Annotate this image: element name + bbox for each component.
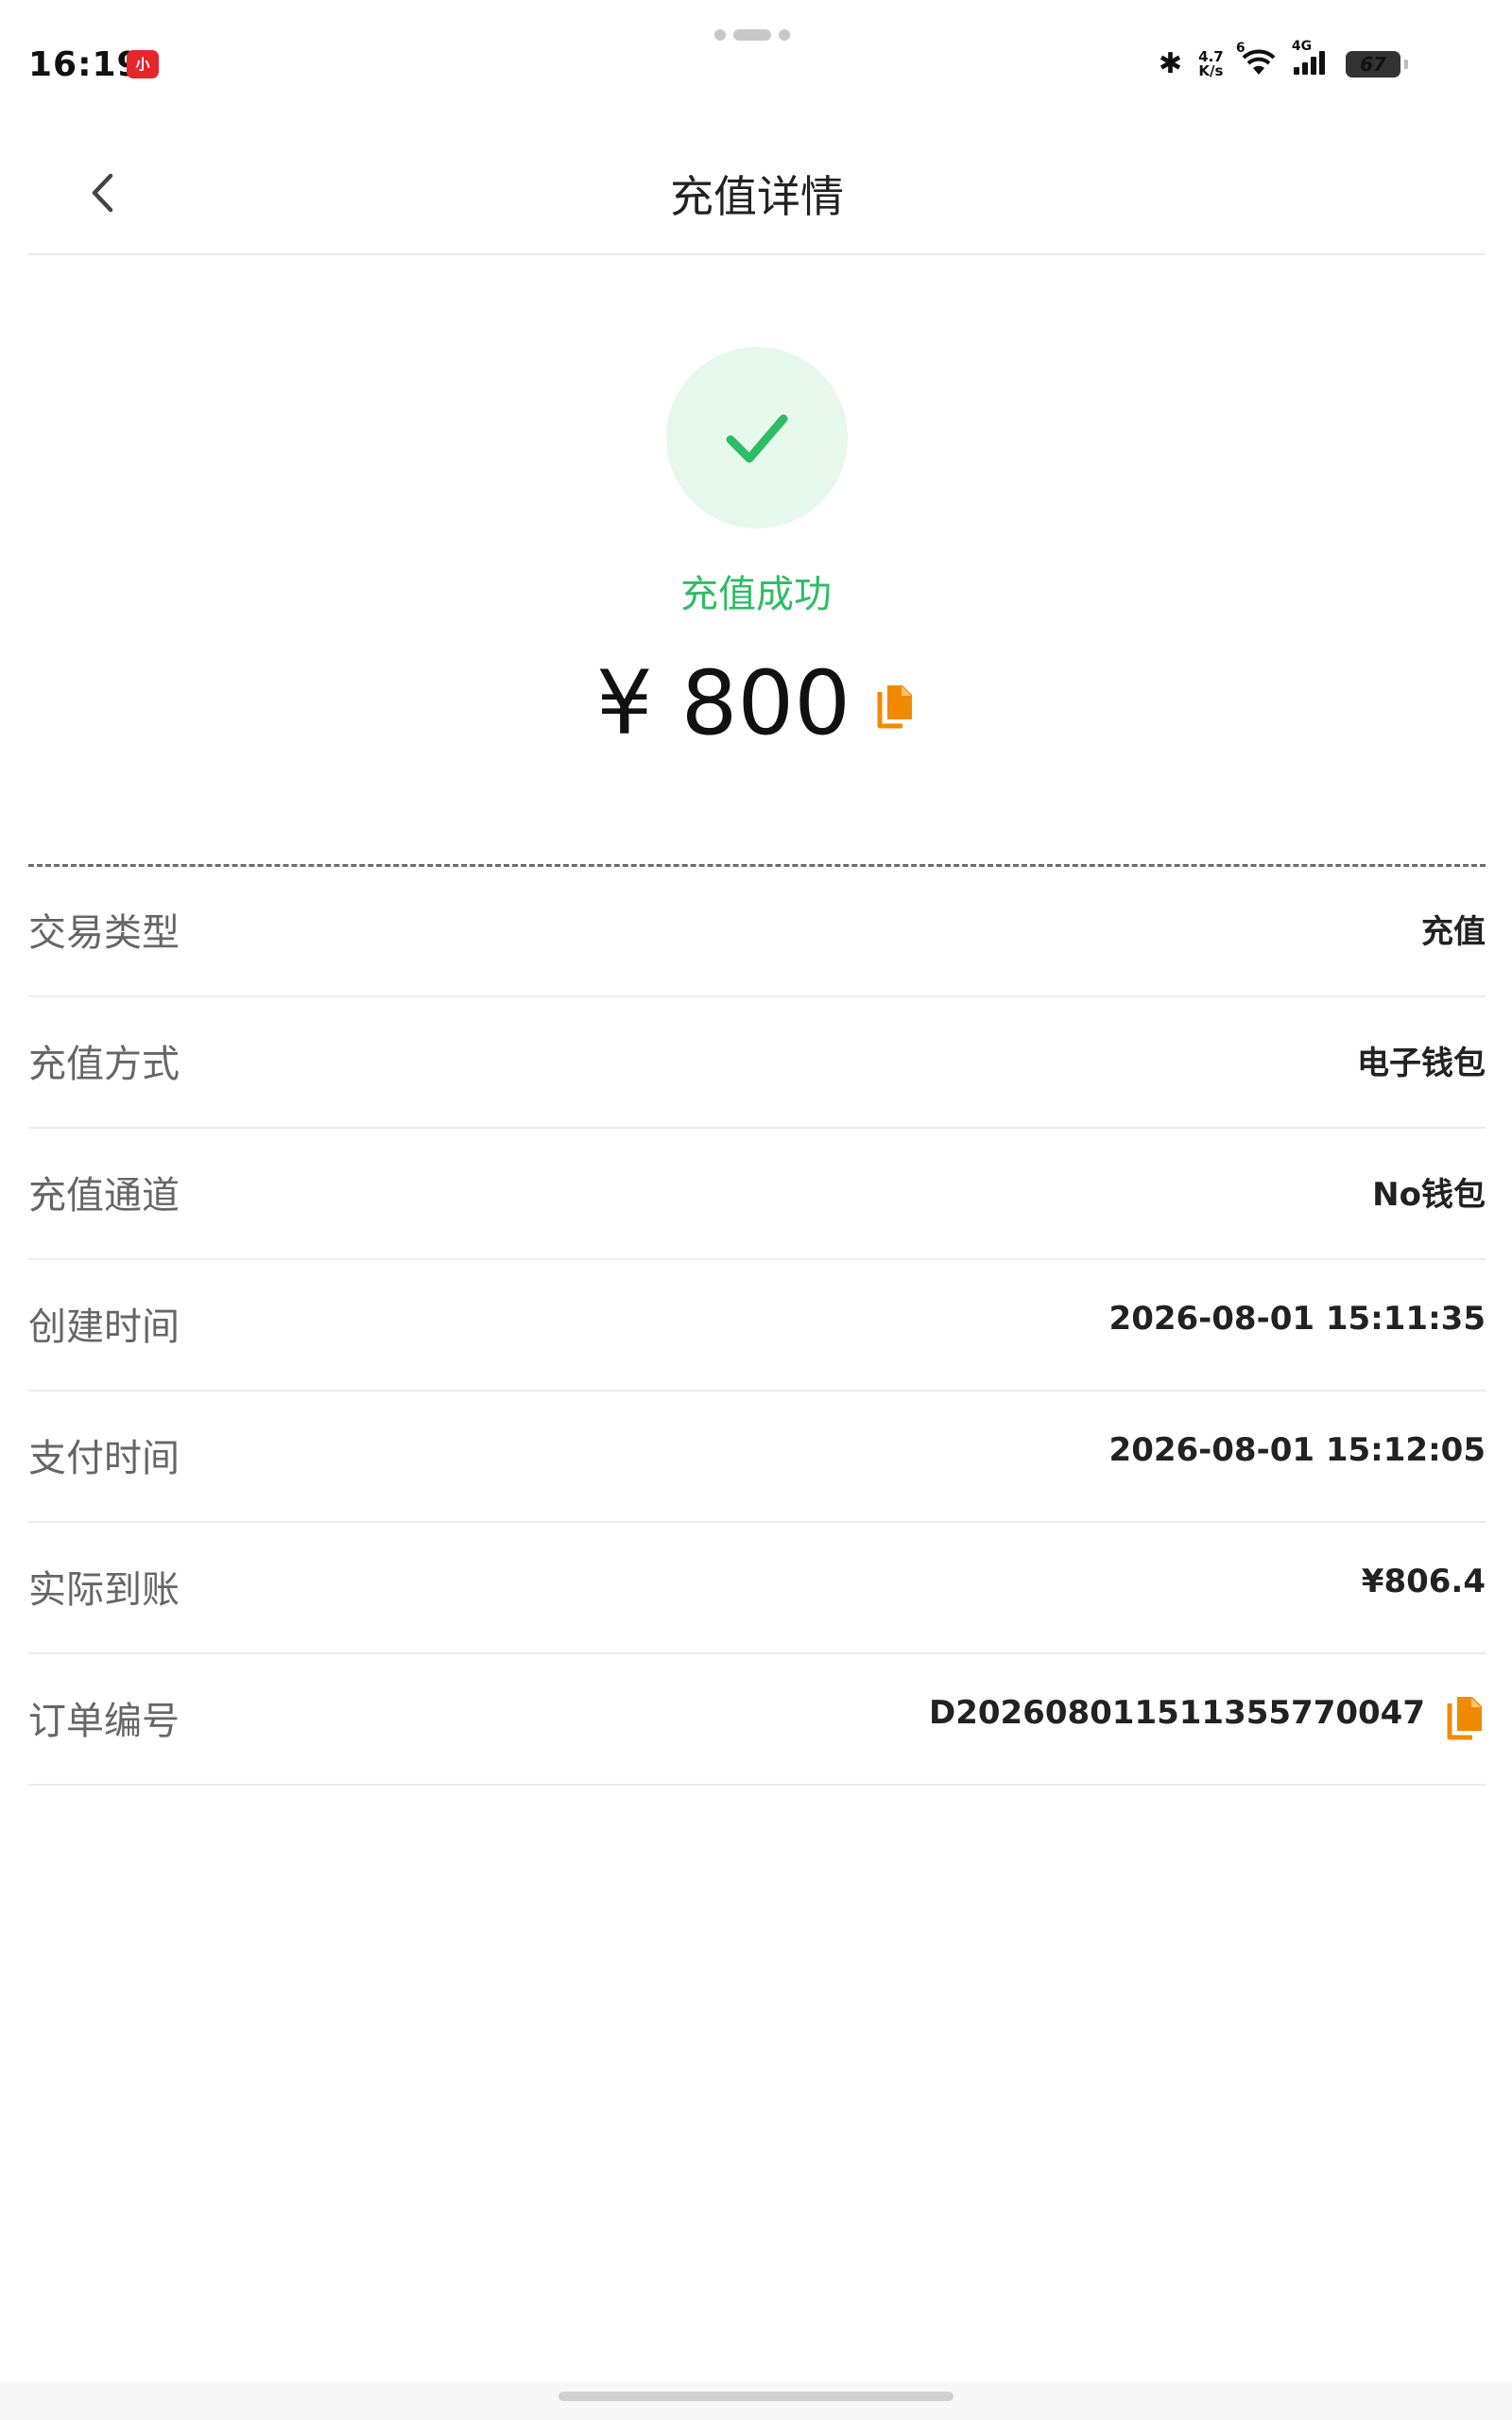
copy-amount-button[interactable] bbox=[874, 683, 916, 735]
checkmark-icon bbox=[726, 414, 788, 463]
status-time: 16:19 bbox=[28, 45, 142, 84]
detail-label: 订单编号 bbox=[28, 1700, 180, 1743]
detail-value: 电子钱包 bbox=[1357, 1045, 1486, 1082]
amount-value: ¥ 800 bbox=[595, 652, 850, 755]
detail-label: 充值通道 bbox=[28, 1174, 180, 1218]
cellular-signal-icon: 4G bbox=[1292, 39, 1330, 80]
order-number-value: D202608011511355770047 bbox=[928, 1694, 1425, 1732]
page-header: 充值详情 bbox=[28, 132, 1486, 255]
detail-value: No钱包 bbox=[1372, 1176, 1486, 1214]
detail-list: 交易类型 充值 充值方式 电子钱包 充值通道 No钱包 创建时间 2026-08… bbox=[28, 866, 1486, 1786]
detail-row-actual-credited: 实际到账 ¥806.4 bbox=[28, 1523, 1486, 1654]
detail-label: 交易类型 bbox=[28, 911, 180, 955]
success-badge bbox=[666, 347, 848, 528]
home-indicator[interactable] bbox=[558, 2392, 954, 2401]
bluetooth-icon: ✱ bbox=[1158, 47, 1183, 80]
app-notification-icon: 小 bbox=[127, 50, 159, 78]
status-icons: ✱ 4.7 K/s 6 4G 67 bbox=[1147, 39, 1408, 85]
detail-row-recharge-channel: 充值通道 No钱包 bbox=[28, 1129, 1486, 1260]
detail-row-order-number: 订单编号 D202608011511355770047 bbox=[28, 1654, 1486, 1786]
amount-row: ¥ 800 bbox=[0, 652, 1512, 766]
page-title: 充值详情 bbox=[670, 171, 844, 222]
detail-row-transaction-type: 交易类型 充值 bbox=[28, 866, 1486, 997]
wifi-label: 6 bbox=[1235, 40, 1246, 56]
status-text: 充值成功 bbox=[680, 573, 832, 616]
pager-dot-active bbox=[733, 29, 771, 41]
detail-value: 充值 bbox=[1421, 913, 1486, 951]
window-pager-indicator[interactable] bbox=[714, 29, 798, 41]
wifi-icon: 6 bbox=[1236, 41, 1278, 80]
copy-order-number-button[interactable] bbox=[1444, 1694, 1486, 1747]
detail-label: 支付时间 bbox=[28, 1437, 180, 1480]
detail-value: 2026-08-01 15:11:35 bbox=[1108, 1300, 1486, 1338]
bottom-navigation-area bbox=[0, 2382, 1512, 2420]
detail-label: 创建时间 bbox=[28, 1305, 180, 1349]
pager-dot bbox=[714, 29, 726, 41]
detail-row-payment-time: 支付时间 2026-08-01 15:12:05 bbox=[28, 1392, 1486, 1523]
detail-value: ¥806.4 bbox=[1361, 1563, 1486, 1600]
detail-row-recharge-method: 充值方式 电子钱包 bbox=[28, 997, 1486, 1129]
status-bar: 16:19 小 ✱ 4.7 K/s 6 4G 67 bbox=[0, 0, 1512, 113]
network-speed: 4.7 K/s bbox=[1198, 49, 1224, 79]
copy-icon bbox=[1447, 1697, 1482, 1740]
pager-dot bbox=[779, 29, 790, 41]
detail-label: 充值方式 bbox=[28, 1043, 180, 1086]
detail-label: 实际到账 bbox=[28, 1568, 180, 1612]
copy-icon bbox=[877, 684, 913, 728]
detail-row-created-time: 创建时间 2026-08-01 15:11:35 bbox=[28, 1260, 1486, 1392]
network-speed-unit: K/s bbox=[1198, 61, 1224, 79]
battery-icon: 67 bbox=[1346, 50, 1408, 78]
detail-value: 2026-08-01 15:12:05 bbox=[1108, 1431, 1486, 1469]
